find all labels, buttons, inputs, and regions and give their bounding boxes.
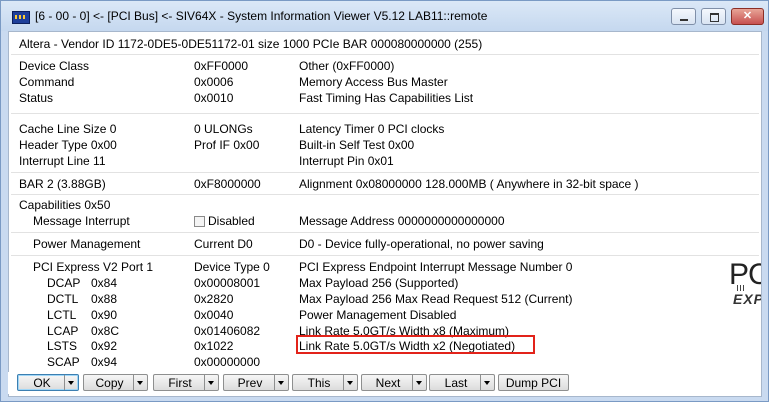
lctl-desc: Power Management Disabled bbox=[299, 308, 457, 322]
next-button[interactable]: Next bbox=[361, 374, 427, 391]
chevron-down-icon[interactable] bbox=[274, 375, 288, 390]
pcie-endpoint-desc: PCI Express Endpoint Interrupt Message N… bbox=[299, 260, 573, 274]
chevron-down-icon[interactable] bbox=[204, 375, 218, 390]
dctl-desc: Max Payload 256 Max Read Request 512 (Cu… bbox=[299, 292, 573, 306]
last-button[interactable]: Last bbox=[429, 374, 495, 391]
cache-line-label: Cache Line Size 0 bbox=[19, 122, 117, 136]
bar2-value: 0xF8000000 bbox=[194, 177, 261, 191]
dump-pci-button-label: Dump PCI bbox=[505, 376, 562, 390]
ok-button-label: OK bbox=[33, 376, 51, 390]
window-title: [6 - 00 - 0] <- [PCI Bus] <- SIV64X - Sy… bbox=[35, 9, 488, 23]
dcap-desc: Max Payload 256 (Supported) bbox=[299, 276, 459, 290]
first-button[interactable]: First bbox=[153, 374, 219, 391]
divider bbox=[11, 113, 759, 114]
bist-desc: Built-in Self Test 0x00 bbox=[299, 138, 415, 152]
chevron-down-icon[interactable] bbox=[343, 375, 357, 390]
power-management-value: Current D0 bbox=[194, 237, 253, 251]
lcap-label: LCAP bbox=[47, 324, 79, 338]
power-management-desc: D0 - Device fully-operational, no power … bbox=[299, 237, 544, 251]
pci-card-icon bbox=[12, 11, 30, 24]
status-value: 0x0010 bbox=[194, 91, 234, 105]
capabilities-label: Capabilities 0x50 bbox=[19, 198, 111, 212]
status-label: Status bbox=[19, 91, 54, 105]
copy-button-label: Copy bbox=[95, 376, 124, 390]
pcie-logo-express: EXP bbox=[733, 291, 762, 307]
pcie-logo: PC bbox=[729, 258, 761, 291]
status-desc: Fast Timing Has Capabilities List bbox=[299, 91, 474, 105]
power-management-label: Power Management bbox=[33, 237, 141, 251]
dctl-label: DCTL bbox=[47, 292, 79, 306]
maximize-button[interactable] bbox=[701, 8, 726, 25]
lctl-label: LCTL bbox=[47, 308, 77, 322]
pcie-port-label: PCI Express V2 Port 1 bbox=[33, 260, 154, 274]
device-class-value: 0xFF0000 bbox=[194, 59, 249, 73]
bar2-label: BAR 2 (3.88GB) bbox=[19, 177, 106, 191]
lctl-value: 0x0040 bbox=[194, 308, 234, 322]
chevron-down-icon[interactable] bbox=[480, 375, 494, 390]
chevron-down-icon[interactable] bbox=[412, 375, 426, 390]
lctl-offset: 0x90 bbox=[91, 308, 118, 322]
lcap-offset: 0x8C bbox=[91, 324, 120, 338]
divider bbox=[11, 172, 759, 173]
prof-if-value: Prof IF 0x00 bbox=[194, 138, 260, 152]
disabled-checkbox-label: Disabled bbox=[208, 214, 255, 228]
prev-button-label: Prev bbox=[237, 376, 263, 390]
dump-pci-button[interactable]: Dump PCI bbox=[498, 374, 569, 391]
prev-button[interactable]: Prev bbox=[223, 374, 289, 391]
lsts-label: LSTS bbox=[47, 339, 78, 353]
command-value: 0x0006 bbox=[194, 75, 234, 89]
main-window: [6 - 00 - 0] <- [PCI Bus] <- SIV64X - Sy… bbox=[0, 0, 769, 402]
lsts-value: 0x1022 bbox=[194, 339, 234, 353]
pci-detail-panel: Altera - Vendor ID 1172-0DE5-0DE51172-01… bbox=[8, 31, 762, 397]
chevron-down-icon[interactable] bbox=[133, 375, 147, 390]
dcap-value: 0x00008001 bbox=[194, 276, 261, 290]
divider bbox=[11, 232, 759, 233]
copy-button[interactable]: Copy bbox=[83, 374, 148, 391]
disabled-checkbox[interactable] bbox=[194, 216, 205, 227]
message-interrupt-label: Message Interrupt bbox=[33, 214, 130, 228]
device-class-desc: Other (0xFF0000) bbox=[299, 59, 395, 73]
maximize-icon bbox=[702, 9, 725, 24]
negotiated-link-highlight bbox=[296, 335, 535, 354]
command-label: Command bbox=[19, 75, 75, 89]
this-button-label: This bbox=[307, 376, 331, 390]
device-header-line: Altera - Vendor ID 1172-0DE5-0DE51172-01… bbox=[19, 37, 483, 51]
command-desc: Memory Access Bus Master bbox=[299, 75, 448, 89]
close-icon: ✕ bbox=[742, 10, 753, 22]
divider bbox=[11, 255, 759, 256]
this-button[interactable]: This bbox=[292, 374, 358, 391]
scap-label: SCAP bbox=[47, 355, 80, 369]
last-button-label: Last bbox=[444, 376, 468, 390]
scap-offset: 0x94 bbox=[91, 355, 118, 369]
first-button-label: First bbox=[168, 376, 192, 390]
title-bar[interactable]: [6 - 00 - 0] <- [PCI Bus] <- SIV64X - Sy… bbox=[1, 1, 768, 31]
close-button[interactable]: ✕ bbox=[731, 8, 764, 25]
lsts-offset: 0x92 bbox=[91, 339, 118, 353]
bar2-desc: Alignment 0x08000000 128.000MB ( Anywher… bbox=[299, 177, 639, 191]
cache-line-value: 0 ULONGs bbox=[194, 122, 253, 136]
button-bar: OK Copy First Prev This Next Last Dump P… bbox=[8, 372, 760, 394]
ok-button[interactable]: OK bbox=[17, 374, 79, 391]
message-address-desc: Message Address 0000000000000000 bbox=[299, 214, 505, 228]
minimize-icon bbox=[672, 9, 695, 24]
minimize-button[interactable] bbox=[671, 8, 696, 25]
dcap-offset: 0x84 bbox=[91, 276, 118, 290]
lcap-value: 0x01406082 bbox=[194, 324, 261, 338]
next-button-label: Next bbox=[375, 376, 401, 390]
interrupt-pin-desc: Interrupt Pin 0x01 bbox=[299, 154, 394, 168]
divider bbox=[11, 194, 759, 195]
dcap-label: DCAP bbox=[47, 276, 81, 290]
dctl-offset: 0x88 bbox=[91, 292, 118, 306]
header-type-label: Header Type 0x00 bbox=[19, 138, 117, 152]
scap-value: 0x00000000 bbox=[194, 355, 261, 369]
device-class-label: Device Class bbox=[19, 59, 90, 73]
chevron-down-icon[interactable] bbox=[64, 375, 78, 390]
interrupt-line-label: Interrupt Line 11 bbox=[19, 154, 106, 168]
dctl-value: 0x2820 bbox=[194, 292, 234, 306]
divider bbox=[11, 54, 759, 55]
latency-timer-desc: Latency Timer 0 PCI clocks bbox=[299, 122, 445, 136]
device-type-value: Device Type 0 bbox=[194, 260, 270, 274]
